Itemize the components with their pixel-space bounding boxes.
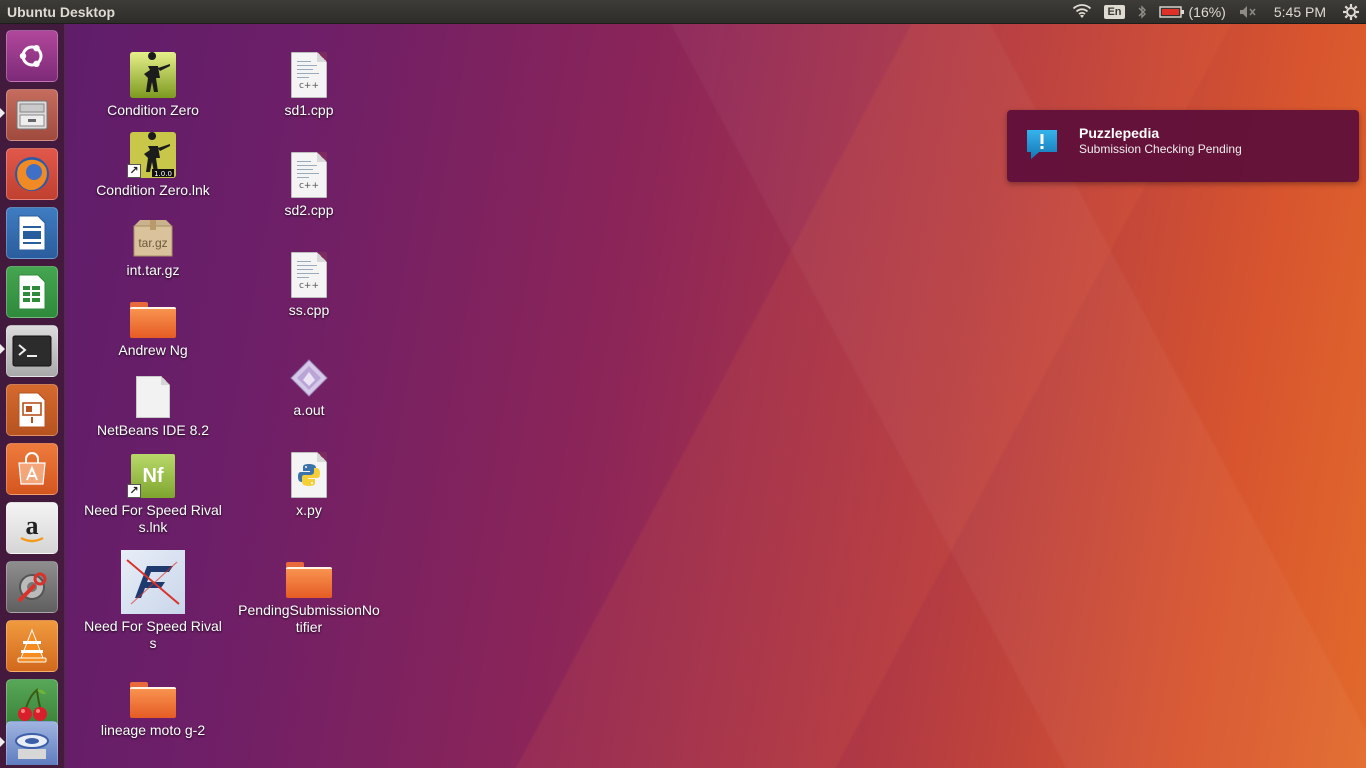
file-cabinet-icon bbox=[16, 100, 48, 130]
desktop-icon-label: Need For Speed Rivals.lnk bbox=[84, 502, 222, 535]
running-indicator bbox=[0, 344, 5, 354]
cpp-badge: c++ bbox=[298, 181, 320, 191]
archive-badge: tar.gz bbox=[138, 236, 168, 250]
launcher-item-writer[interactable] bbox=[6, 207, 58, 259]
notification-body: Submission Checking Pending bbox=[1079, 142, 1242, 156]
panel-title: Ubuntu Desktop bbox=[7, 3, 116, 20]
desktop-icon-sd1-cpp[interactable]: c++ sd1.cpp bbox=[234, 46, 384, 119]
desktop-icon-ss-cpp[interactable]: c++ ss.cpp bbox=[234, 246, 384, 319]
desktop-icon-label: Condition Zero bbox=[107, 102, 199, 118]
launcher-item-system-settings[interactable] bbox=[6, 561, 58, 613]
desktop-icon-x-py[interactable]: x.py bbox=[234, 446, 384, 519]
desktop-icon-andrew-ng[interactable]: Andrew Ng bbox=[78, 286, 228, 359]
running-indicator bbox=[0, 737, 5, 747]
drive-icon bbox=[15, 732, 49, 759]
condition-zero-game-icon bbox=[130, 52, 176, 98]
notification-title: Puzzlepedia bbox=[1079, 125, 1160, 141]
volume-muted-icon[interactable] bbox=[1232, 0, 1264, 24]
launcher-item-software-center[interactable] bbox=[6, 443, 58, 495]
launcher-item-drive[interactable] bbox=[6, 721, 58, 765]
firefox-icon bbox=[15, 157, 49, 191]
desktop-icon-sd2-cpp[interactable]: c++ sd2.cpp bbox=[234, 146, 384, 219]
launcher-item-impress[interactable] bbox=[6, 384, 58, 436]
launcher-item-dash[interactable] bbox=[6, 30, 58, 82]
cherry-icon bbox=[18, 688, 47, 721]
desktop-icon-label: x.py bbox=[296, 502, 322, 518]
bluetooth-icon[interactable] bbox=[1131, 0, 1153, 24]
desktop-icon-lineage-moto[interactable]: lineage moto g-2 bbox=[78, 666, 228, 739]
desktop-icon-condition-zero-lnk[interactable]: 1.0.0 ↗ Condition Zero.lnk bbox=[78, 126, 228, 199]
desktop-icon-label: lineage moto g-2 bbox=[100, 722, 206, 738]
desktop-icon-int-tar-gz[interactable]: tar.gz int.tar.gz bbox=[78, 206, 228, 279]
battery-indicator[interactable]: (16%) bbox=[1153, 0, 1232, 24]
writer-icon bbox=[18, 215, 46, 251]
desktop-icon-nfs-rivals-lnk[interactable]: Nf ↗ Need For Speed Rivals.lnk bbox=[78, 446, 228, 536]
launcher-item-firefox[interactable] bbox=[6, 148, 58, 200]
cpp-file-icon: c++ bbox=[291, 152, 327, 198]
svg-text:1.0.0: 1.0.0 bbox=[154, 170, 172, 178]
desktop-icon-label: Condition Zero.lnk bbox=[96, 182, 210, 198]
folder-icon bbox=[130, 302, 176, 338]
cpp-badge: c++ bbox=[298, 81, 320, 91]
desktop-icon-label: sd2.cpp bbox=[284, 202, 334, 218]
indicator-area: En (16%) 5:45 PM bbox=[1066, 0, 1366, 24]
keyboard-layout-indicator[interactable]: En bbox=[1098, 0, 1130, 24]
wifi-icon[interactable] bbox=[1066, 0, 1098, 24]
terminal-icon bbox=[12, 335, 52, 367]
launcher-item-files[interactable] bbox=[6, 89, 58, 141]
ubuntu-logo-icon bbox=[19, 45, 43, 67]
vlc-cone-icon bbox=[17, 628, 47, 663]
desktop-icon-label: NetBeans IDE 8.2 bbox=[96, 422, 210, 438]
desktop-icon-label: sd1.cpp bbox=[284, 102, 334, 118]
folder-icon bbox=[286, 562, 332, 598]
shortcut-arrow-icon: ↗ bbox=[127, 484, 141, 498]
desktop-icon-label: Need For Speed Rivals bbox=[84, 618, 222, 651]
nfs-badge: Nf bbox=[142, 464, 164, 487]
shortcut-arrow-icon: ↗ bbox=[127, 164, 141, 178]
desktop-icon-label: a.out bbox=[293, 402, 325, 418]
launcher-item-vlc[interactable] bbox=[6, 620, 58, 672]
desktop-icon-condition-zero[interactable]: Condition Zero bbox=[78, 46, 228, 119]
desktop-icon-a-out[interactable]: a.out bbox=[234, 346, 384, 419]
desktop-icon-label: Andrew Ng bbox=[118, 342, 188, 358]
impress-icon bbox=[18, 392, 46, 428]
keyboard-layout-label: En bbox=[1104, 4, 1125, 19]
amazon-icon: a bbox=[20, 511, 44, 543]
settings-wrench-icon bbox=[17, 572, 47, 603]
folder-icon bbox=[130, 682, 176, 718]
cpp-file-icon: c++ bbox=[291, 52, 327, 98]
shopping-bag-icon bbox=[18, 452, 46, 485]
battery-percent: (16%) bbox=[1188, 3, 1226, 20]
python-logo-icon bbox=[298, 464, 320, 486]
launcher-item-amazon[interactable]: a bbox=[6, 502, 58, 554]
nfs-logo-icon bbox=[121, 550, 185, 614]
cpp-badge: c++ bbox=[298, 281, 320, 291]
desktop-icon-nfs-rivals[interactable]: Need For Speed Rivals bbox=[78, 550, 228, 652]
python-file-icon bbox=[291, 452, 327, 498]
calc-icon bbox=[18, 274, 46, 310]
desktop-icon-label: int.tar.gz bbox=[126, 262, 180, 278]
battery-icon bbox=[1158, 5, 1185, 19]
cpp-file-icon: c++ bbox=[291, 252, 327, 298]
exclamation-speech-icon bbox=[1027, 130, 1057, 159]
launcher-item-terminal[interactable] bbox=[6, 325, 58, 377]
blank-document-icon bbox=[136, 376, 170, 418]
launcher: a bbox=[0, 24, 65, 768]
session-gear-icon[interactable] bbox=[1336, 0, 1366, 24]
executable-icon bbox=[290, 359, 328, 397]
desktop-icon-label: PendingSubmissionNotifier bbox=[238, 602, 380, 635]
notification-bubble[interactable]: Puzzlepedia Submission Checking Pending bbox=[1007, 110, 1359, 182]
desktop-icon-label: ss.cpp bbox=[288, 302, 330, 318]
desktop-icon-netbeans[interactable]: NetBeans IDE 8.2 bbox=[78, 366, 228, 439]
running-indicator bbox=[0, 108, 5, 118]
top-panel: Ubuntu Desktop En (16%) 5:45 PM bbox=[0, 0, 1366, 24]
clock[interactable]: 5:45 PM bbox=[1264, 4, 1336, 20]
desktop-icon-pending-submission-notifier[interactable]: PendingSubmissionNotifier bbox=[234, 546, 384, 636]
launcher-item-calc[interactable] bbox=[6, 266, 58, 318]
svg-text:a: a bbox=[26, 511, 39, 540]
